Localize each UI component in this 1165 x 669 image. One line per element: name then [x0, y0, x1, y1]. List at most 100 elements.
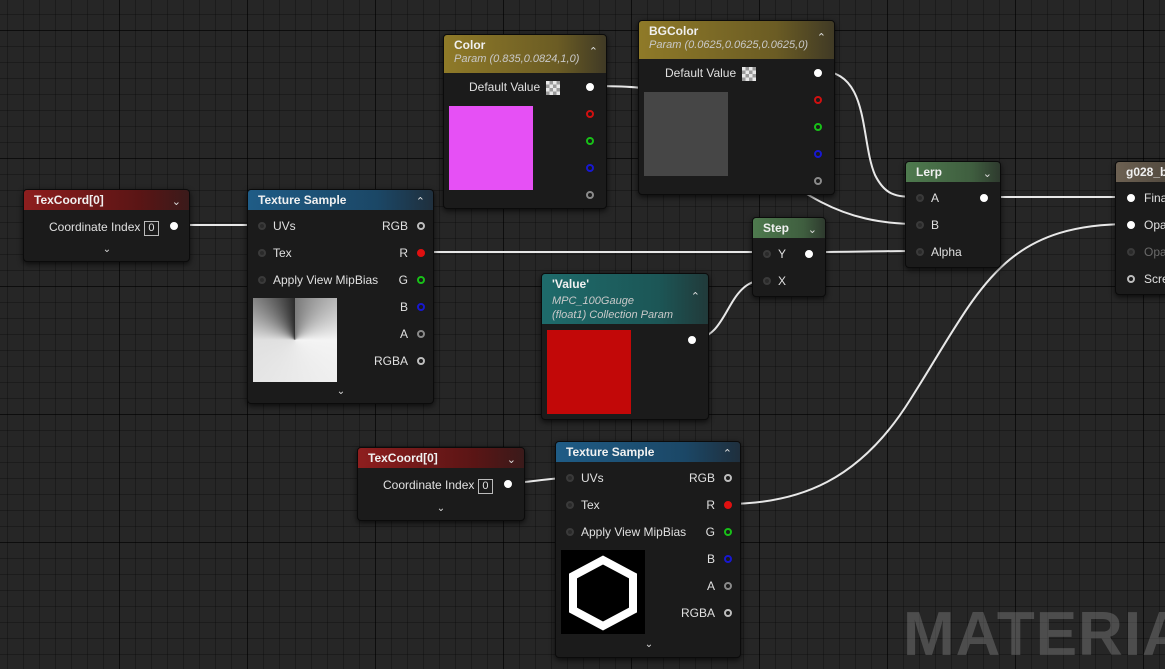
coordinate-index-field[interactable]: 0 — [144, 221, 159, 236]
g-output-pin[interactable] — [724, 528, 732, 536]
texture-sample-node-1[interactable]: Texture Sample ⌃ UVs Tex Apply View MipBi… — [247, 189, 434, 404]
collapse-chevron-icon[interactable]: ⌄ — [507, 450, 516, 470]
step-node[interactable]: Step ⌄ Y X — [752, 217, 826, 297]
mipbias-input-pin[interactable] — [566, 528, 574, 536]
y-input-pin[interactable] — [763, 250, 771, 258]
screen-label: Scre — [1144, 272, 1165, 286]
x-input-pin[interactable] — [763, 277, 771, 285]
expand-chevron-icon[interactable]: ⌄ — [436, 503, 446, 514]
texcoord-node-2[interactable]: TexCoord[0] ⌄ Coordinate Index 0 ⌄ — [357, 447, 525, 521]
g-label: G — [398, 273, 408, 287]
mipbias-label: Apply View MipBias — [273, 273, 379, 287]
mipbias-input-pin[interactable] — [258, 276, 266, 284]
collapse-chevron-icon[interactable]: ⌄ — [808, 220, 817, 240]
value-output-pin[interactable] — [688, 336, 696, 344]
expand-chevron-icon[interactable]: ⌄ — [336, 386, 346, 397]
b-output-pin[interactable] — [417, 303, 425, 311]
collapse-chevron-icon[interactable]: ⌄ — [172, 192, 181, 212]
checker-swatch-icon[interactable] — [546, 80, 561, 95]
tex-input-pin[interactable] — [258, 249, 266, 257]
expand-chevron-icon[interactable]: ⌄ — [102, 244, 112, 255]
b-label: B — [706, 552, 715, 566]
opacity-mask-input-pin[interactable] — [1127, 248, 1135, 256]
opacity-input-pin[interactable] — [1127, 221, 1135, 229]
coordinate-index-row: Coordinate Index 0 — [383, 478, 493, 494]
collapse-chevron-icon[interactable]: ⌃ — [817, 31, 826, 45]
b-output-pin[interactable] — [814, 150, 822, 158]
node-subtitle: MPC_100Gauge — [552, 295, 634, 307]
mipbias-label: Apply View MipBias — [581, 525, 687, 539]
collapse-chevron-icon[interactable]: ⌃ — [416, 192, 425, 212]
uvs-label: UVs — [273, 219, 296, 233]
node-header: TexCoord[0] ⌄ — [358, 448, 524, 468]
r-output-pin[interactable] — [814, 96, 822, 104]
lerp-node[interactable]: Lerp ⌄ A B Alpha — [905, 161, 1001, 268]
uvs-input-pin[interactable] — [258, 222, 266, 230]
output-pin[interactable] — [504, 480, 512, 488]
node-title: BGColor — [649, 24, 699, 38]
r-output-pin[interactable] — [586, 110, 594, 118]
rgb-output-pin[interactable] — [814, 69, 822, 77]
alpha-input-pin[interactable] — [916, 248, 924, 256]
collapse-chevron-icon[interactable]: ⌃ — [723, 444, 732, 464]
expand-chevron-icon[interactable]: ⌄ — [644, 639, 654, 650]
color-swatch-preview — [449, 106, 533, 190]
output-pin[interactable] — [170, 222, 178, 230]
color-param-node[interactable]: Color Param (0.835,0.0824,1,0) ⌃ Default V… — [443, 34, 607, 209]
a-output-pin[interactable] — [724, 582, 732, 590]
r-output-pin[interactable] — [417, 249, 425, 257]
a-label: A — [399, 327, 408, 341]
default-value-row: Default Value — [469, 80, 561, 95]
b-output-pin[interactable] — [724, 555, 732, 563]
node-header: 'Value' MPC_100Gauge (float1) Collection P… — [542, 274, 708, 324]
rgb-output-pin[interactable] — [417, 222, 425, 230]
collapse-chevron-icon[interactable]: ⌄ — [983, 164, 992, 184]
node-header: TexCoord[0] ⌄ — [24, 190, 189, 210]
screen-input-pin[interactable] — [1127, 275, 1135, 283]
rgba-label: RGBA — [373, 354, 408, 368]
rgb-output-pin[interactable] — [724, 474, 732, 482]
node-subtitle: Param (0.835,0.0824,1,0) — [454, 53, 580, 65]
a-input-pin[interactable] — [916, 194, 924, 202]
texture-sample-node-2[interactable]: Texture Sample ⌃ UVs Tex Apply View MipBi… — [555, 441, 741, 658]
b-input-pin[interactable] — [916, 221, 924, 229]
bgcolor-param-node[interactable]: BGColor Param (0.0625,0.0625,0.0625,0) ⌃ D… — [638, 20, 835, 195]
rgba-output-pin[interactable] — [417, 357, 425, 365]
a-output-pin[interactable] — [814, 177, 822, 185]
material-output-node[interactable]: g028_b Fina Opac Opa Scre — [1115, 161, 1165, 295]
g-output-pin[interactable] — [417, 276, 425, 284]
uvs-label: UVs — [581, 471, 604, 485]
texcoord-node-1[interactable]: TexCoord[0] ⌄ Coordinate Index 0 ⌄ — [23, 189, 190, 262]
node-title: 'Value' — [552, 277, 590, 291]
bgcolor-swatch-preview — [644, 92, 728, 176]
coordinate-index-field[interactable]: 0 — [478, 479, 493, 494]
default-value-label: Default Value — [665, 66, 737, 80]
a-output-pin[interactable] — [586, 191, 594, 199]
checker-swatch-icon[interactable] — [742, 66, 757, 81]
uvs-input-pin[interactable] — [566, 474, 574, 482]
collapse-chevron-icon[interactable]: ⌃ — [589, 45, 598, 59]
node-title: TexCoord[0] — [368, 451, 438, 465]
default-value-label: Default Value — [469, 80, 541, 94]
collapse-chevron-icon[interactable]: ⌃ — [691, 290, 700, 304]
rgb-output-pin[interactable] — [586, 83, 594, 91]
g-output-pin[interactable] — [814, 123, 822, 131]
rgba-output-pin[interactable] — [724, 609, 732, 617]
a-output-pin[interactable] — [417, 330, 425, 338]
step-output-pin[interactable] — [805, 250, 813, 258]
lerp-output-pin[interactable] — [980, 194, 988, 202]
final-color-input-pin[interactable] — [1127, 194, 1135, 202]
default-value-row: Default Value — [665, 66, 757, 81]
opacity-label: Opac — [1144, 218, 1165, 232]
node-title: Texture Sample — [258, 193, 347, 207]
b-output-pin[interactable] — [586, 164, 594, 172]
tex-input-pin[interactable] — [566, 501, 574, 509]
node-title: Lerp — [916, 165, 943, 179]
coordinate-index-label: Coordinate Index — [49, 220, 141, 234]
r-output-pin[interactable] — [724, 501, 732, 509]
value-collection-param-node[interactable]: 'Value' MPC_100Gauge (float1) Collection P… — [541, 273, 709, 420]
g-output-pin[interactable] — [586, 137, 594, 145]
node-title: Color — [454, 38, 486, 52]
coordinate-index-label: Coordinate Index — [383, 478, 475, 492]
g-label: G — [705, 525, 715, 539]
